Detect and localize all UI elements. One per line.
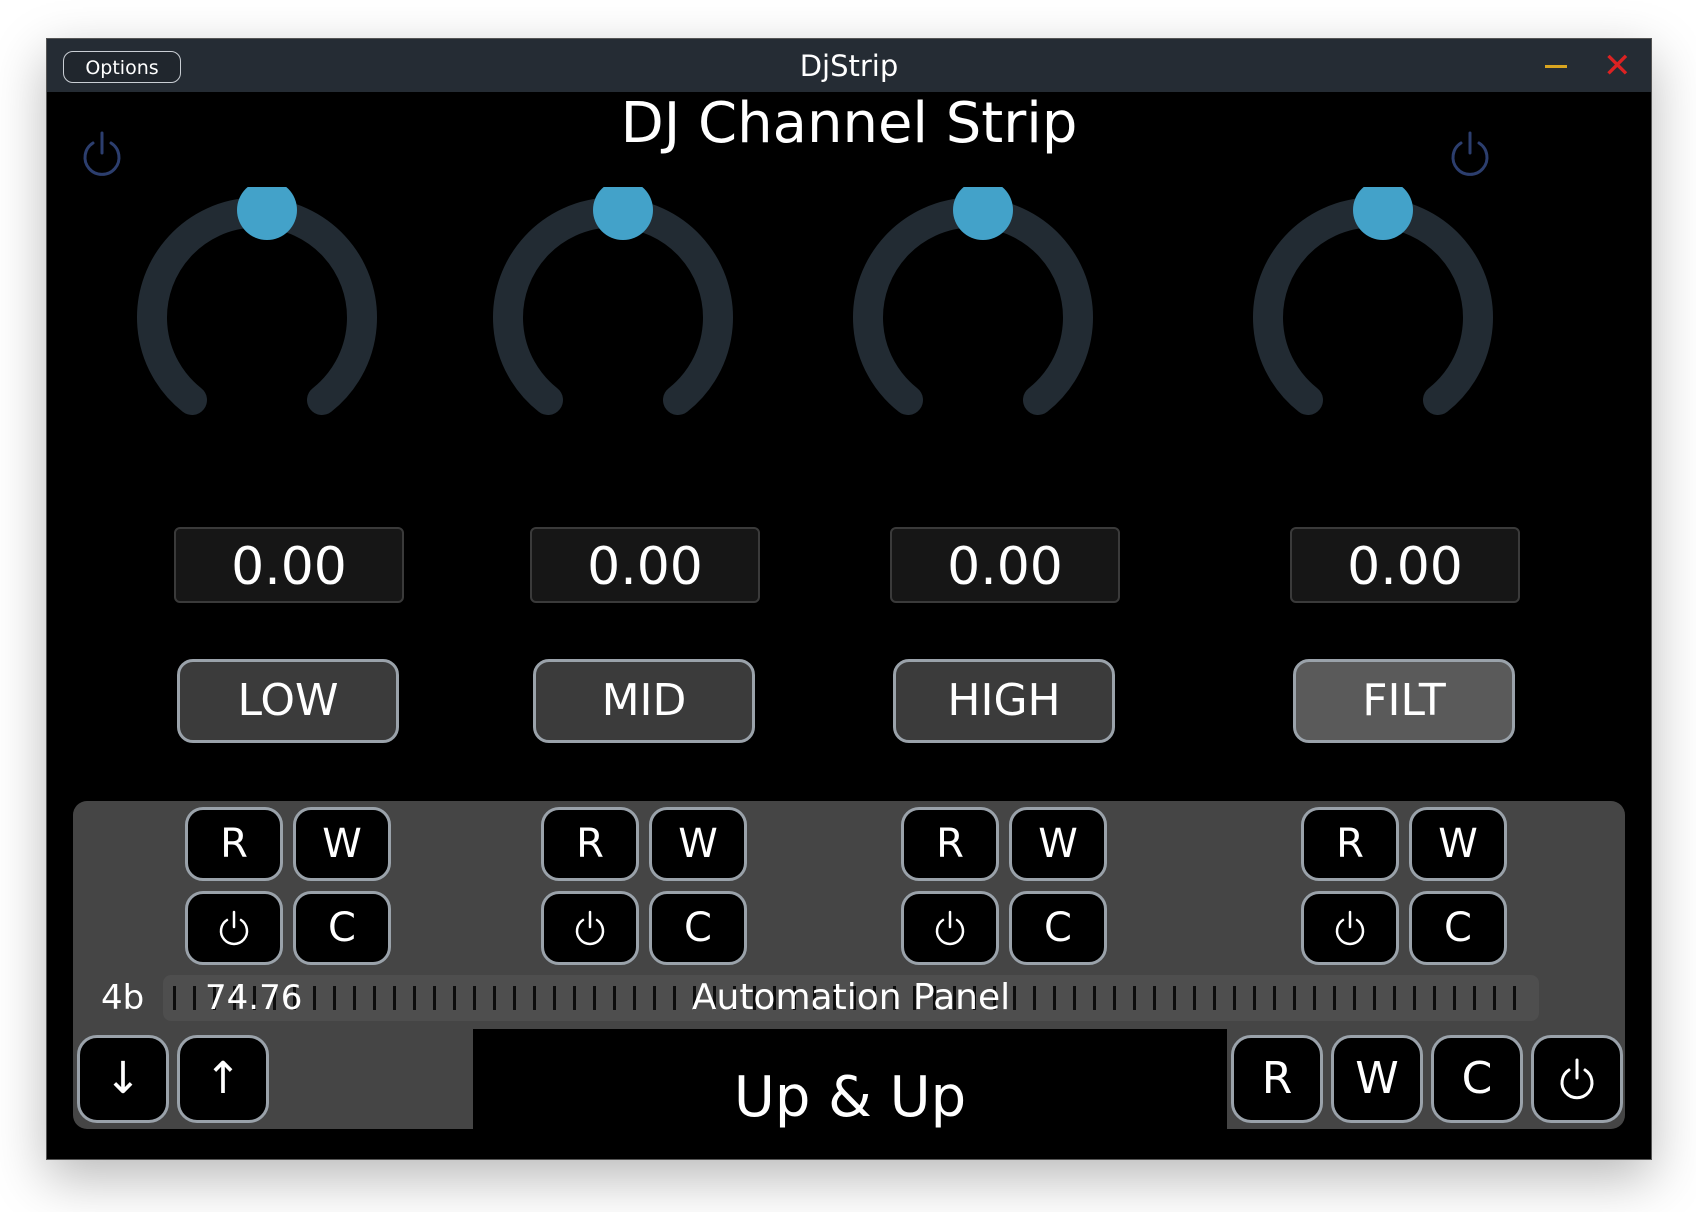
bypass-left-power-icon[interactable] — [77, 127, 127, 177]
automation-slider[interactable]: 74.76 Automation Panel — [163, 975, 1539, 1021]
read-all-button[interactable]: R — [1231, 1035, 1323, 1123]
read-button-high[interactable]: R — [901, 807, 999, 881]
write-button-high[interactable]: W — [1009, 807, 1107, 881]
write-button-filt[interactable]: W — [1409, 807, 1507, 881]
value-high[interactable]: 0.00 — [890, 527, 1120, 603]
preset-name: Up & Up — [733, 1065, 967, 1130]
knob-filt[interactable] — [1243, 180, 1523, 487]
bypass-right-power-icon[interactable] — [1445, 127, 1495, 177]
knob-high[interactable] — [843, 180, 1123, 487]
band-button-high[interactable]: HIGH — [893, 659, 1115, 743]
power-icon — [935, 910, 965, 946]
knob-mid[interactable] — [483, 180, 763, 487]
value-filt[interactable]: 0.00 — [1290, 527, 1520, 603]
power-icon — [1560, 1058, 1594, 1100]
power-button-high[interactable] — [901, 891, 999, 965]
band-button-low[interactable]: LOW — [177, 659, 399, 743]
clear-button-low[interactable]: C — [293, 891, 391, 965]
close-button[interactable]: ✕ — [1603, 49, 1632, 83]
preset-up-button[interactable]: ↑ — [177, 1035, 269, 1123]
clear-button-high[interactable]: C — [1009, 891, 1107, 965]
power-button-low[interactable] — [185, 891, 283, 965]
read-button-filt[interactable]: R — [1301, 807, 1399, 881]
knob-low[interactable] — [127, 180, 407, 487]
value-low[interactable]: 0.00 — [174, 527, 404, 603]
read-button-mid[interactable]: R — [541, 807, 639, 881]
automation-panel-label: Automation Panel — [691, 977, 1011, 1018]
write-button-mid[interactable]: W — [649, 807, 747, 881]
clear-button-filt[interactable]: C — [1409, 891, 1507, 965]
window-title: DjStrip — [799, 49, 899, 83]
value-mid[interactable]: 0.00 — [530, 527, 760, 603]
write-button-low[interactable]: W — [293, 807, 391, 881]
band-button-filt[interactable]: FILT — [1293, 659, 1515, 743]
plugin-window: Options DjStrip ✕ DJ Channel Strip 0.00 … — [46, 38, 1652, 1160]
power-icon — [575, 910, 605, 946]
power-icon — [1335, 910, 1365, 946]
title-bar: Options DjStrip ✕ — [47, 39, 1651, 92]
power-button-filt[interactable] — [1301, 891, 1399, 965]
clear-all-button[interactable]: C — [1431, 1035, 1523, 1123]
minimize-button[interactable] — [1545, 65, 1567, 68]
write-all-button[interactable]: W — [1331, 1035, 1423, 1123]
preset-down-button[interactable]: ↓ — [77, 1035, 169, 1123]
power-all-button[interactable] — [1531, 1035, 1623, 1123]
band-button-mid[interactable]: MID — [533, 659, 755, 743]
plugin-title: DJ Channel Strip — [620, 91, 1078, 156]
power-button-mid[interactable] — [541, 891, 639, 965]
clear-button-mid[interactable]: C — [649, 891, 747, 965]
read-button-low[interactable]: R — [185, 807, 283, 881]
power-icon — [219, 910, 249, 946]
automation-prefix: 4b — [101, 978, 145, 1018]
